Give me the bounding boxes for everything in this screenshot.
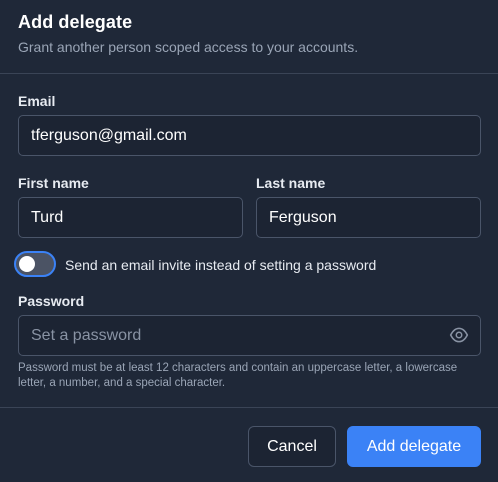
add-delegate-button[interactable]: Add delegate [347,426,481,467]
dialog-title: Add delegate [18,12,133,32]
cancel-button[interactable]: Cancel [248,426,336,467]
dialog-subtitle: Grant another person scoped access to yo… [18,39,359,55]
password-label: Password [18,293,85,309]
password-hint: Password must be at least 12 characters … [18,362,458,389]
password-field[interactable] [18,315,481,356]
first-name-field[interactable] [18,197,243,238]
toggle-knob [19,256,35,272]
add-delegate-dialog: Add delegate Grant another person scoped… [0,0,498,482]
last-name-label: Last name [256,175,326,191]
send-invite-toggle[interactable] [14,251,56,277]
email-label: Email [18,93,56,109]
first-name-label: First name [18,175,89,191]
eye-icon[interactable] [449,326,469,344]
last-name-field[interactable] [256,197,481,238]
footer-divider [0,407,498,408]
email-field[interactable] [18,115,481,156]
dialog-header: Add delegate Grant another person scoped… [0,0,498,74]
send-invite-toggle-label: Send an email invite instead of setting … [65,257,377,273]
